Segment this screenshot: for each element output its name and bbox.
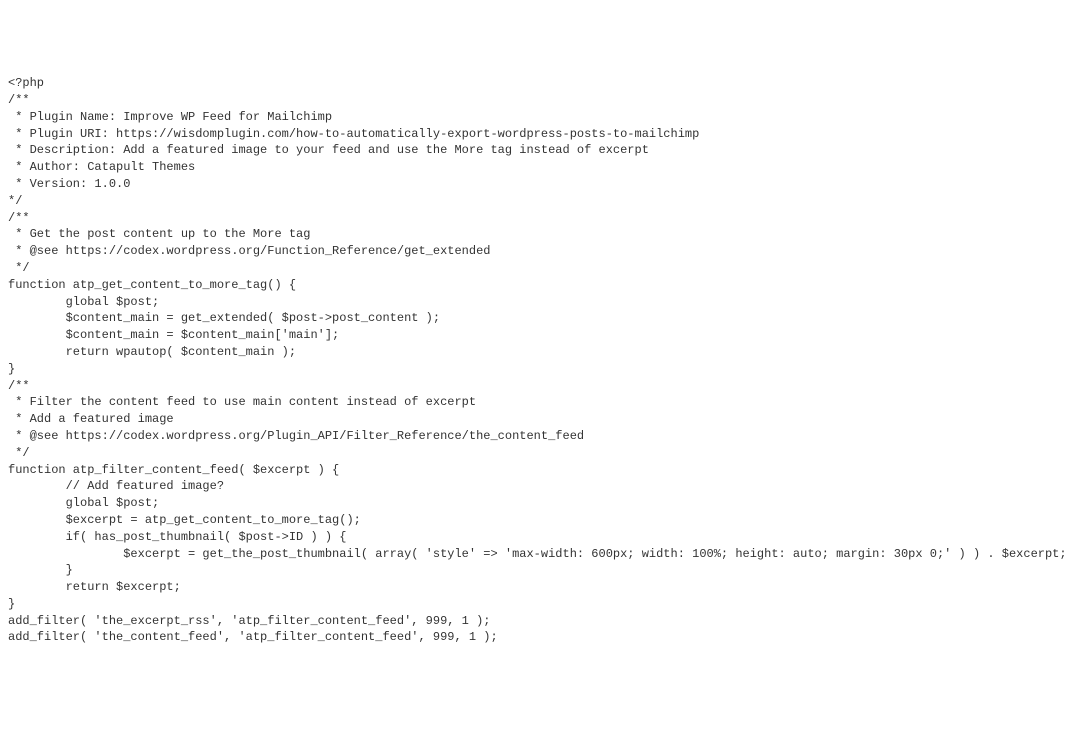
php-code-block: <?php /** * Plugin Name: Improve WP Feed… bbox=[8, 75, 1058, 646]
